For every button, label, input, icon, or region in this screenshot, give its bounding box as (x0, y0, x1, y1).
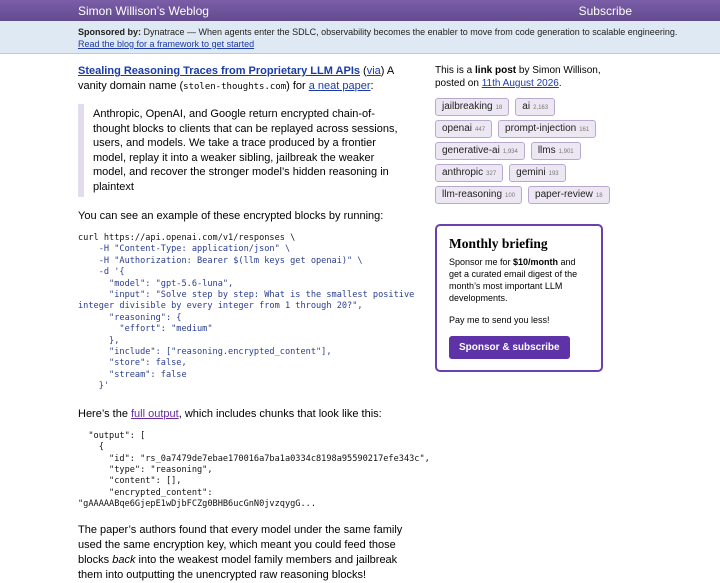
tag-prompt-injection[interactable]: prompt-injection 161 (498, 120, 597, 138)
site-title-link[interactable]: Simon Willison’s Weblog (78, 4, 209, 18)
code-line: -H "Authorization: Bearer $(llm keys get… (78, 255, 363, 266)
tag-gemini[interactable]: gemini 193 (509, 164, 566, 182)
sidebar: This is a link post by Simon Willison, p… (435, 54, 610, 372)
code-line: }' (78, 381, 110, 392)
output-paragraph: Here’s the full output, which includes c… (78, 407, 408, 422)
tag-count: 1,934 (502, 149, 518, 155)
code-line: "encrypted_content": (78, 487, 213, 498)
meta-text-3: . (558, 78, 562, 89)
code-line: "store": false, (78, 358, 187, 369)
quote-text: Anthropic, OpenAI, and Google return enc… (93, 108, 398, 193)
top-bar: Simon Willison’s Weblog Subscribe (0, 0, 720, 21)
paper-link[interactable]: a neat paper (309, 80, 371, 92)
example-paragraph: You can see an example of these encrypte… (78, 210, 384, 222)
subscribe-link[interactable]: Subscribe (579, 4, 632, 18)
via-link[interactable]: via (367, 65, 381, 77)
sponsor-banner: Sponsored by: Dynatrace — When agents en… (0, 21, 720, 54)
code-line: "output": [ (78, 430, 146, 441)
code-line: { (78, 442, 104, 453)
code-line: "gAAAAABqe6GjepE1wDjbFCZg0BHB6ucGnN0jvzq… (78, 499, 316, 510)
intro-text-2: ) for (286, 80, 309, 92)
final-paragraph: The paper’s authors found that every mod… (78, 523, 408, 583)
tag-name: llm-reasoning (442, 189, 503, 200)
promo-text: Sponsor me for $10/month and get a curat… (449, 256, 589, 304)
tag-openai[interactable]: openai 447 (435, 120, 493, 138)
tag-ai[interactable]: ai 2,163 (515, 98, 556, 116)
sponsor-subscribe-button[interactable]: Sponsor & subscribe (449, 336, 570, 359)
tag-count: 18 (495, 105, 503, 111)
tag-anthropic[interactable]: anthropic 327 (435, 164, 504, 182)
via-open: ( (360, 65, 367, 77)
promo-price: $10/month (513, 257, 559, 267)
sponsor-text: Dynatrace — When agents enter the SDLC, … (143, 27, 678, 37)
code-line: "stream": false (78, 369, 187, 380)
promo-text-1: Sponsor me for (449, 257, 514, 267)
tag-llm-reasoning[interactable]: llm-reasoning 100 (435, 186, 523, 204)
tag-name: jailbreaking (442, 101, 493, 112)
code-line: "type": "reasoning", (78, 464, 213, 475)
tag-count: 1,901 (558, 149, 574, 155)
code-line: "model": "gpt-5.6-luna", (78, 278, 234, 289)
promo-title: Monthly briefing (449, 236, 548, 251)
final-emphasis: back (112, 553, 136, 566)
tag-name: ai (522, 101, 531, 112)
code-line: -H "Content-Type: application/json" \ (78, 244, 291, 255)
tag-jailbreaking[interactable]: jailbreaking 18 (435, 98, 510, 116)
post-date-link[interactable]: 11th August 2026 (482, 78, 559, 89)
sponsor-label: Sponsored by: (78, 27, 142, 37)
tag-count: 100 (505, 193, 516, 199)
curl-code-block: curl https://api.openai.com/v1/responses… (78, 233, 414, 393)
tag-llms[interactable]: llms 1,901 (530, 142, 581, 160)
tag-name: llms (537, 145, 556, 156)
output-text-2: , which includes chunks that look like t… (178, 407, 382, 420)
code-line: "reasoning": { (78, 312, 182, 323)
full-output-link[interactable]: full output (131, 408, 179, 420)
tag-name: gemini (516, 167, 546, 178)
code-line: -d '{ (78, 267, 125, 278)
tag-count: 161 (579, 127, 590, 133)
code-line: "id": "rs_0a7479de7ebae170016a7ba1a0334c… (78, 453, 430, 464)
tag-count: 18 (595, 193, 603, 199)
meta-text-1: This is a (435, 65, 476, 76)
tag-name: generative-ai (442, 145, 500, 156)
tag-paper-review[interactable]: paper-review 18 (528, 186, 610, 204)
post-title-link[interactable]: Stealing Reasoning Traces from Proprieta… (78, 65, 360, 77)
tag-count: 327 (486, 171, 497, 177)
code-line: "content": [], (78, 476, 182, 487)
tag-name: paper-review (535, 189, 593, 200)
code-line: "effort": "medium" (78, 324, 213, 335)
code-line: }, (78, 335, 120, 346)
tag-count: 2,163 (533, 105, 549, 111)
post-content: Stealing Reasoning Traces from Proprieta… (78, 54, 430, 583)
tag-name: openai (442, 123, 473, 134)
tag-name: prompt-injection (505, 123, 577, 134)
code-line: integer divisible by every integer from … (78, 301, 363, 312)
output-code-block: "output": [ { "id": "rs_0a7479de7ebae170… (78, 430, 430, 511)
tag-list: jailbreaking 18 ai 2,163 openai 447 prompt-… (435, 98, 610, 204)
code-line: curl https://api.openai.com/v1/responses… (78, 233, 296, 243)
promo-ask: Pay me to send you less! (449, 315, 550, 325)
output-text-1: Here’s the (78, 407, 131, 420)
post-intro: Stealing Reasoning Traces from Proprieta… (78, 64, 408, 95)
code-line: "input": "Solve step by step: What is th… (78, 290, 415, 301)
sponsor-link[interactable]: Read the blog for a framework to get sta… (78, 39, 254, 49)
domain-code: stolen-thoughts.com (183, 82, 287, 92)
monthly-briefing-box: Monthly briefing Sponsor me for $10/mont… (435, 224, 603, 372)
tag-count: 447 (475, 127, 486, 133)
tag-generative-ai[interactable]: generative-ai 1,934 (435, 142, 525, 160)
paper-quote: Anthropic, OpenAI, and Google return enc… (78, 104, 408, 197)
meta-bold: link post (475, 65, 517, 76)
tag-name: anthropic (442, 167, 484, 178)
intro-text-3: : (370, 80, 374, 92)
post-meta: This is a link post by Simon Willison, p… (435, 64, 610, 90)
tag-count: 193 (548, 171, 559, 177)
code-line: "include": ["reasoning.encrypted_content… (78, 347, 332, 358)
